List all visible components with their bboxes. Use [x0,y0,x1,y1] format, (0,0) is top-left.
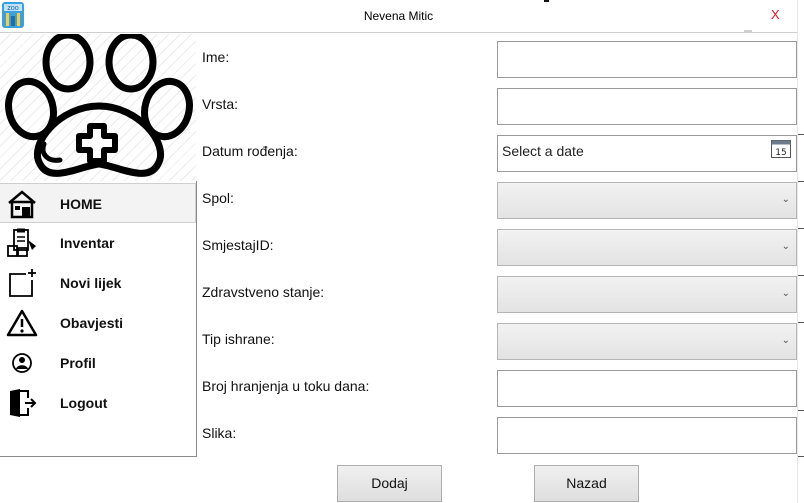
chevron-down-icon: ⌄ [781,288,790,299]
sidebar-item-label: Obavjesti [60,315,124,331]
logout-door-icon [6,388,38,418]
sidebar-item-label: Profil [60,355,96,371]
sidebar-item-home[interactable]: HOME [0,183,196,223]
spol-select[interactable]: ⌄ [497,182,797,219]
paw-cross-logo-icon [5,34,193,177]
smjestaj-label: SmjestajID: [202,237,274,253]
house-icon [6,189,38,219]
sidebar-item-inventar[interactable]: Inventar [0,223,196,263]
ime-field[interactable] [497,41,797,78]
window-title: Nevena Mitic [363,9,434,23]
new-item-icon [6,268,38,298]
paw-logo [0,34,196,181]
window-right-edge [797,0,804,503]
nazad-button[interactable]: Nazad [534,465,639,502]
zdravstveno-label: Zdravstveno stanje: [202,284,325,300]
ishrana-select[interactable]: ⌄ [497,323,797,360]
sidebar-item-label: HOME [60,196,102,212]
hranjenja-field[interactable] [497,370,797,407]
slika-field[interactable] [497,417,797,454]
vrsta-label: Vrsta: [202,96,239,112]
sidebar-item-novi-lijek[interactable]: Novi lijek [0,263,196,303]
sidebar-item-obavjesti[interactable]: Obavjesti [0,303,196,343]
inventory-icon [6,228,38,258]
ishrana-label: Tip ishrane: [202,331,275,347]
vrsta-field[interactable] [497,88,797,125]
warning-icon [6,308,38,338]
sidebar-item-label: Inventar [60,235,115,251]
dodaj-button[interactable]: Dodaj [337,465,442,502]
sidebar-item-profil[interactable]: Profil [0,343,196,383]
sidebar-item-label: Novi lijek [60,275,122,291]
slika-label: Slika: [202,425,237,441]
chevron-down-icon: ⌄ [781,241,790,252]
datum-label: Datum rođenja: [202,143,298,159]
sidebar-item-label: Logout [60,395,108,411]
chevron-down-icon: ⌄ [781,335,790,346]
title-bar: ZOO Nevena Mitic X [0,0,797,33]
close-button[interactable]: X [771,7,780,22]
sidebar-item-logout[interactable]: Logout [0,383,196,423]
ime-label: Ime: [202,49,230,65]
calendar-icon[interactable]: 15 [771,139,791,158]
date-picker[interactable]: Select a date 15 [497,135,797,172]
date-placeholder: Select a date [502,143,584,159]
zdravstveno-select[interactable]: ⌄ [497,276,797,313]
svg-text:15: 15 [775,148,786,158]
spol-label: Spol: [202,190,234,206]
window-edge-mark [544,0,549,2]
user-icon [6,348,38,378]
sidebar: HOME Inventar Novi lijek Obavjesti Profi… [0,34,197,503]
sidebar-menu: HOME Inventar Novi lijek Obavjesti Profi… [0,181,197,457]
hranjenja-label: Broj hranjenja u toku dana: [202,378,370,394]
chevron-down-icon: ⌄ [781,194,790,205]
smjestaj-select[interactable]: ⌄ [497,229,797,266]
minimize-button[interactable] [744,30,752,32]
